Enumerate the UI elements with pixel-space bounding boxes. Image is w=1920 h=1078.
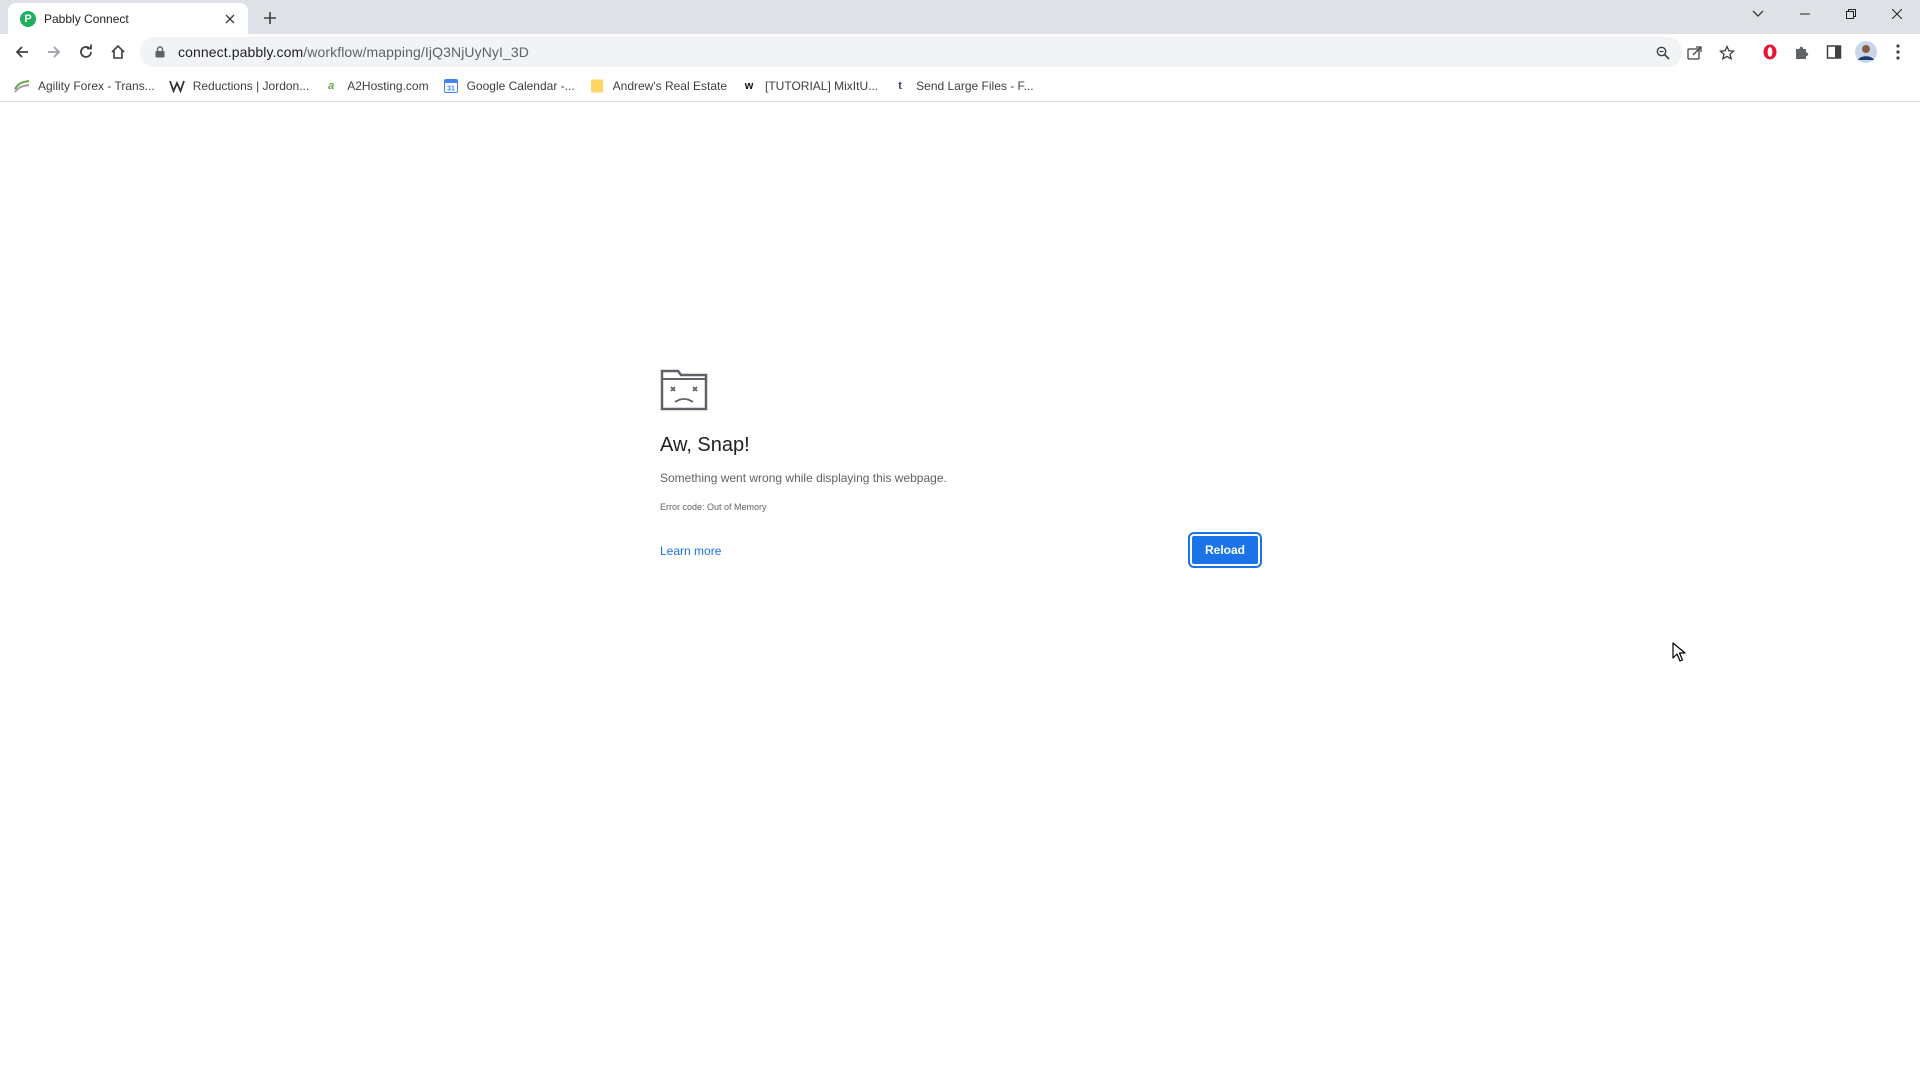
window-controls [1782, 0, 1920, 28]
home-icon [111, 44, 125, 59]
a2hosting-icon: a [328, 79, 335, 92]
close-window-button[interactable] [1874, 0, 1920, 28]
bookmark-label: [TUTORIAL] MixItU... [765, 78, 879, 93]
menu-kebab-icon[interactable] [1886, 40, 1910, 64]
bookmark-label: A2Hosting.com [347, 78, 429, 93]
profile-avatar-icon[interactable] [1854, 40, 1878, 64]
new-tab-button[interactable] [258, 6, 282, 30]
lock-icon[interactable] [152, 44, 168, 60]
bookmark-label: Send Large Files - F... [916, 78, 1034, 93]
bookmark-label: Andrew's Real Estate [612, 78, 728, 93]
url-text[interactable]: connect.pabbly.com/workflow/mapping/IjQ3… [178, 44, 529, 60]
home-button[interactable] [104, 38, 132, 66]
tab-title: Pabbly Connect [44, 11, 129, 26]
mouse-cursor-icon [1672, 642, 1686, 662]
agility-forex-icon [14, 78, 30, 94]
side-panel-icon[interactable] [1822, 40, 1846, 64]
error-message: Something went wrong while displaying th… [660, 471, 947, 485]
svg-text:31: 31 [447, 85, 455, 92]
close-tab-icon[interactable] [222, 11, 238, 27]
bookmark-tutorial-mixitup[interactable]: w [TUTORIAL] MixItU... [739, 74, 886, 98]
bookmark-agility-forex[interactable]: Agility Forex - Trans... [12, 74, 163, 98]
bookmark-google-calendar[interactable]: 31 Google Calendar -... [441, 74, 583, 98]
address-bar[interactable]: connect.pabbly.com/workflow/mapping/IjQ3… [140, 37, 1735, 67]
bookmark-star-icon[interactable] [1718, 44, 1736, 62]
reload-button[interactable]: Reload [1188, 532, 1262, 568]
restore-icon [1846, 9, 1856, 19]
bookmark-reductions-jordon[interactable]: Reductions | Jordon... [167, 74, 318, 98]
arrow-left-icon [15, 46, 28, 58]
browser-toolbar: connect.pabbly.com/workflow/mapping/IjQ3… [0, 34, 1920, 70]
chevron-down-icon [1752, 10, 1764, 17]
share-icon[interactable] [1686, 44, 1704, 62]
tab-search-button[interactable] [1746, 2, 1770, 26]
arrow-right-icon [48, 46, 61, 58]
tab-pabbly-connect[interactable]: P Pabbly Connect [8, 3, 248, 34]
error-code: Error code: Out of Memory [660, 502, 767, 512]
w-logo-icon [168, 78, 185, 94]
minimize-icon [1800, 13, 1810, 15]
reload-page-button[interactable] [72, 38, 100, 66]
back-button[interactable] [8, 38, 36, 66]
opera-vpn-extension-icon[interactable] [1758, 40, 1782, 64]
sad-tab-icon [660, 369, 708, 411]
zoom-icon[interactable] [1654, 44, 1672, 62]
bookmark-label: Google Calendar -... [466, 78, 575, 93]
reload-icon [80, 44, 92, 58]
w-bold-icon: w [744, 79, 754, 92]
restore-button[interactable] [1828, 0, 1874, 28]
tab-strip: P Pabbly Connect [0, 0, 1920, 34]
minimize-button[interactable] [1782, 0, 1828, 28]
bookmark-label: Agility Forex - Trans... [38, 78, 155, 93]
plus-icon [264, 12, 276, 24]
pabbly-favicon-icon: P [20, 10, 36, 27]
folder-icon [589, 78, 605, 94]
google-calendar-icon: 31 [443, 78, 459, 94]
close-icon [1892, 9, 1902, 19]
url-path: /workflow/mapping/IjQ3NjUyNyI_3D [303, 44, 529, 60]
bookmark-send-large-files[interactable]: t Send Large Files - F... [890, 74, 1041, 98]
bookmarks-bar: Agility Forex - Trans... Reductions | Jo… [0, 70, 1920, 102]
bookmark-andrews-real-estate[interactable]: Andrew's Real Estate [587, 74, 735, 98]
bookmark-a2hosting[interactable]: a A2Hosting.com [321, 74, 436, 98]
extensions-puzzle-icon[interactable] [1790, 40, 1814, 64]
learn-more-link[interactable]: Learn more [660, 544, 721, 558]
page-content: Aw, Snap! Something went wrong while dis… [0, 103, 1920, 1078]
tumblr-icon: t [898, 79, 902, 92]
url-domain: connect.pabbly.com [178, 44, 304, 60]
error-title: Aw, Snap! [660, 434, 750, 456]
bookmark-label: Reductions | Jordon... [192, 78, 310, 93]
forward-button[interactable] [40, 38, 68, 66]
